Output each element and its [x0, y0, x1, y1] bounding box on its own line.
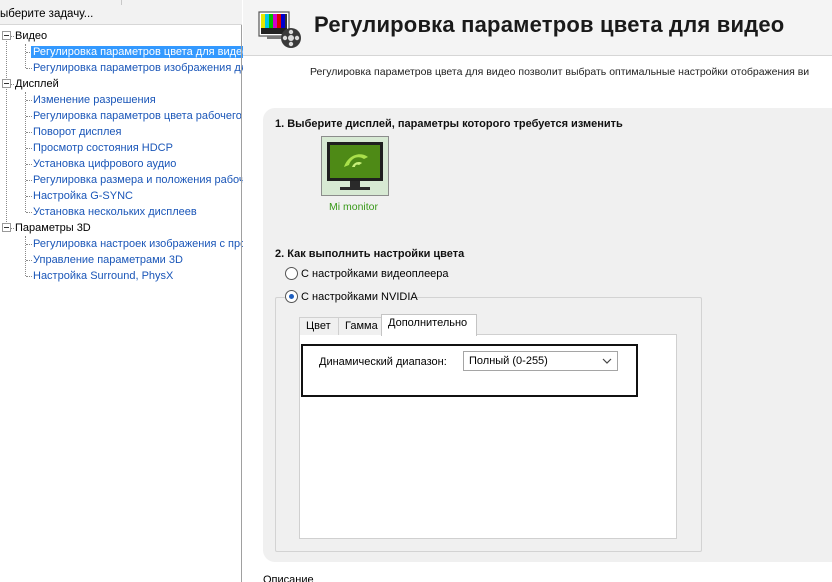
tree-item-digital-audio[interactable]: Установка цифрового аудио: [33, 156, 176, 172]
page-title: Регулировка параметров цвета для видео: [314, 12, 785, 37]
tree-connector: [11, 36, 14, 37]
dynamic-range-highlight: Динамический диапазон: Полный (0-255): [301, 344, 638, 397]
tree-connector: [26, 244, 32, 245]
tree-item-3d-settings[interactable]: Управление параметрами 3D: [33, 252, 183, 268]
tree-item-hdcp[interactable]: Просмотр состояния HDCP: [33, 140, 173, 156]
task-tree-title: ыберите задачу...: [0, 8, 94, 20]
header-divider: [121, 0, 122, 5]
dynamic-range-label: Динамический диапазон:: [319, 356, 447, 368]
tree-connector: [11, 84, 14, 85]
tree-connector: [25, 92, 26, 212]
collapse-display-icon[interactable]: [2, 79, 11, 88]
tree-item-label: Регулировка параметров цвета для видео: [31, 46, 251, 58]
tree-connector: [25, 236, 26, 276]
tree-connector: [6, 36, 7, 228]
tree-connector: [26, 68, 32, 69]
color-mode-heading: 2. Как выполнить настройки цвета: [275, 248, 465, 260]
tree-connector: [26, 180, 32, 181]
tree-connector: [26, 260, 32, 261]
task-tree-pane: ыберите задачу... Видео Регулировка пара…: [0, 0, 293, 582]
radio-button[interactable]: [285, 267, 298, 280]
radio-label: С настройками видеоплеера: [301, 268, 449, 280]
tree-item-video-color[interactable]: Регулировка параметров цвета для видео: [31, 44, 251, 60]
tree-connector: [26, 212, 32, 213]
tree-connector: [26, 164, 32, 165]
tree-connector: [25, 44, 26, 68]
tree-connector: [26, 116, 32, 117]
page-description: Регулировка параметров цвета для видео п…: [310, 66, 810, 78]
tree-connector: [11, 228, 14, 229]
tab-gamma[interactable]: Гамма: [338, 317, 382, 335]
tree-connector: [26, 100, 32, 101]
radio-button-checked[interactable]: [285, 290, 298, 303]
tree-item-resolution[interactable]: Изменение разрешения: [33, 92, 156, 108]
tree-category-3d[interactable]: Параметры 3D: [15, 220, 91, 236]
tree-connector: [26, 132, 32, 133]
tree-category-display[interactable]: Дисплей: [15, 76, 59, 92]
chevron-down-icon: [602, 358, 612, 364]
dynamic-range-dropdown[interactable]: Полный (0-255): [463, 351, 618, 371]
monitor-icon: [322, 137, 388, 195]
tree-connector: [26, 276, 32, 277]
pane-divider[interactable]: [241, 25, 242, 582]
tree-connector: [26, 196, 32, 197]
tree-item-desktop-color[interactable]: Регулировка параметров цвета рабочего ст…: [33, 108, 274, 124]
tree-item-gsync[interactable]: Настройка G-SYNC: [33, 188, 133, 204]
collapse-3d-icon[interactable]: [2, 223, 11, 232]
video-color-icon: [258, 11, 301, 48]
tree-connector: [26, 148, 32, 149]
tree-item-rotate[interactable]: Поворот дисплея: [33, 124, 121, 140]
tree-item-multi-display[interactable]: Установка нескольких дисплеев: [33, 204, 197, 220]
dropdown-value: Полный (0-255): [469, 355, 548, 367]
tree-category-video[interactable]: Видео: [15, 28, 47, 44]
description-heading: Описание: [263, 574, 314, 582]
select-display-heading: 1. Выберите дисплей, параметры которого …: [275, 118, 623, 130]
tab-advanced[interactable]: Дополнительно: [381, 314, 477, 336]
collapse-video-icon[interactable]: [2, 31, 11, 40]
tree-item-surround-physx[interactable]: Настройка Surround, PhysX: [33, 268, 173, 284]
tab-color[interactable]: Цвет: [299, 317, 339, 335]
monitor-label[interactable]: Mi monitor: [329, 201, 378, 213]
content-pane: Регулировка параметров цвета для видео Р…: [243, 0, 832, 582]
monitor-tile[interactable]: [321, 136, 389, 196]
task-tree-header: ыберите задачу...: [0, 0, 242, 25]
page-banner: Регулировка параметров цвета для видео: [243, 0, 832, 56]
radio-label: С настройками NVIDIA: [301, 291, 418, 303]
